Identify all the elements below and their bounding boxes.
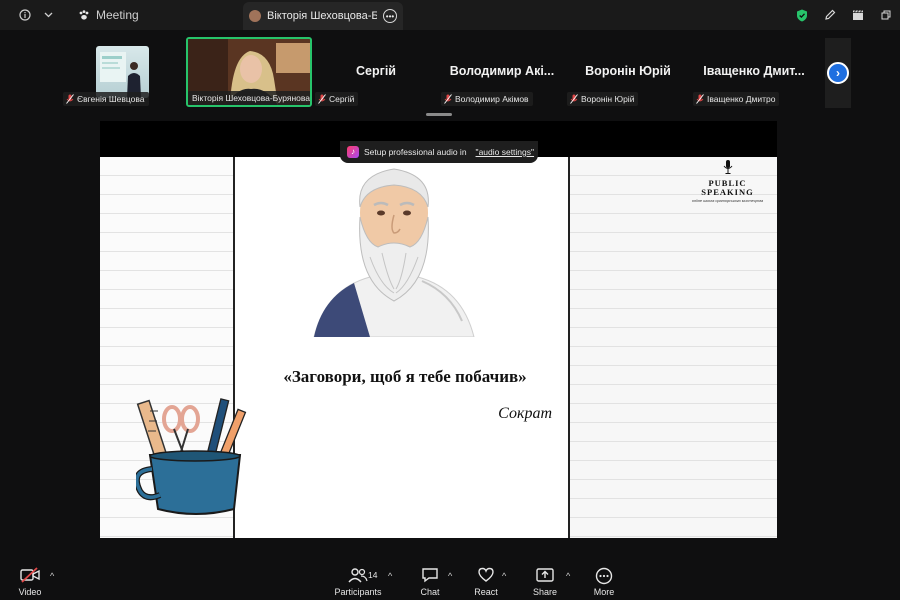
clapperboard-icon[interactable] — [844, 0, 872, 30]
chat-label: Chat — [420, 587, 440, 597]
react-label: React — [474, 587, 498, 597]
shield-icon[interactable] — [788, 0, 816, 30]
brand-title-line2: SPEAKING — [701, 187, 754, 197]
more-icon — [595, 567, 613, 585]
lined-paper-right — [570, 157, 777, 538]
music-note-icon: ♪ — [347, 146, 359, 158]
audio-banner-text: Setup professional audio in — [364, 147, 467, 157]
participant-name-label: Воронін Юрій — [567, 92, 639, 106]
more-label: More — [593, 587, 615, 597]
annotate-pen-icon[interactable] — [816, 0, 844, 30]
participant-video-thumbnail[interactable] — [96, 46, 149, 98]
react-options-caret[interactable]: ^ — [502, 571, 506, 581]
participant-tile-name[interactable]: Іващенко Дмит... — [694, 64, 814, 78]
public-speaking-logo: PUBLIC SPEAKING online школа ораторськог… — [685, 159, 770, 203]
chevron-right-icon: › — [827, 62, 849, 84]
zoom-meeting-window: Meeting Вікторія Шеховцова-Бурянова's ••… — [0, 0, 900, 600]
slide-quote: «Заговори, щоб я тебе побачив» — [283, 367, 527, 386]
participants-icon — [348, 568, 368, 583]
participant-name-label: Іващенко Дмитро — [693, 92, 780, 106]
participant-strip: Євгенія Шевцова Вікторія Шеховцова-Бурян… — [0, 30, 900, 110]
pencil-cup-illustration — [136, 398, 247, 515]
info-icon[interactable] — [12, 0, 38, 30]
muted-mic-icon — [570, 94, 578, 104]
muted-mic-icon — [444, 94, 452, 104]
more-options-icon[interactable]: ••• — [383, 9, 397, 23]
participant-name-label: Володимир Акімов — [441, 92, 533, 106]
slide-author: Сократ — [498, 405, 552, 422]
chat-icon — [422, 568, 438, 583]
paw-icon — [79, 10, 89, 20]
chevron-down-icon[interactable] — [38, 0, 58, 30]
audio-setup-banner: ♪ Setup professional audio in "audio set… — [340, 141, 538, 163]
share-screen-icon — [536, 568, 554, 582]
participant-tile-name[interactable]: Сергій — [316, 64, 436, 78]
shared-screen: «Заговори, щоб я тебе побачив» Сократ PU… — [100, 121, 777, 538]
chat-options-caret[interactable]: ^ — [448, 571, 452, 581]
slide-divider — [568, 157, 570, 538]
share-label: Share — [532, 587, 558, 597]
video-off-icon — [20, 567, 40, 583]
participant-tile-name[interactable]: Воронін Юрій — [568, 64, 688, 78]
participants-label: Participants — [334, 587, 382, 597]
muted-mic-icon — [696, 94, 704, 104]
title-bar: Meeting Вікторія Шеховцова-Бурянова's ••… — [0, 0, 900, 30]
participant-name-label: Вікторія Шеховцова-Бурянова — [188, 91, 310, 105]
brand-subtitle: online школа ораторського мистецтва — [691, 199, 764, 203]
meeting-menu[interactable]: Meeting — [78, 0, 139, 30]
socrates-bust-illustration — [313, 168, 475, 337]
microphone-icon — [723, 160, 732, 174]
avatar — [249, 10, 261, 22]
shared-screen-tab[interactable]: Вікторія Шеховцова-Бурянова's ••• — [243, 2, 403, 30]
title-bar-actions — [788, 0, 900, 30]
strip-resize-handle[interactable] — [426, 113, 452, 116]
participant-name-label: Сергій — [315, 92, 359, 106]
participants-button[interactable]: Participants — [330, 567, 386, 597]
presentation-slide: «Заговори, щоб я тебе побачив» Сократ PU… — [100, 157, 777, 538]
more-button[interactable]: More — [576, 567, 632, 597]
participant-name-label: Євгенія Шевцова — [63, 92, 149, 106]
tab-title: Вікторія Шеховцова-Бурянова's — [267, 10, 377, 22]
active-speaker-video[interactable]: Вікторія Шеховцова-Бурянова — [186, 37, 312, 107]
meeting-label: Meeting — [96, 8, 139, 22]
meeting-toolbar: Video ^ Participants 14 ^ Chat ^ React ^… — [0, 561, 900, 600]
audio-settings-link[interactable]: "audio settings" — [476, 147, 535, 157]
video-options-caret[interactable]: ^ — [50, 571, 54, 581]
muted-mic-icon — [66, 94, 74, 104]
participants-options-caret[interactable]: ^ — [388, 571, 392, 581]
video-label: Video — [18, 587, 42, 597]
heart-icon — [478, 567, 494, 582]
muted-mic-icon — [318, 94, 326, 104]
window-restore-icon[interactable] — [872, 0, 900, 30]
participants-count: 14 — [368, 570, 378, 580]
participant-tile-name[interactable]: Володимир Акі... — [442, 64, 562, 78]
share-button[interactable]: Share — [517, 567, 573, 597]
share-options-caret[interactable]: ^ — [566, 571, 570, 581]
next-participants-button[interactable]: › — [825, 38, 851, 108]
